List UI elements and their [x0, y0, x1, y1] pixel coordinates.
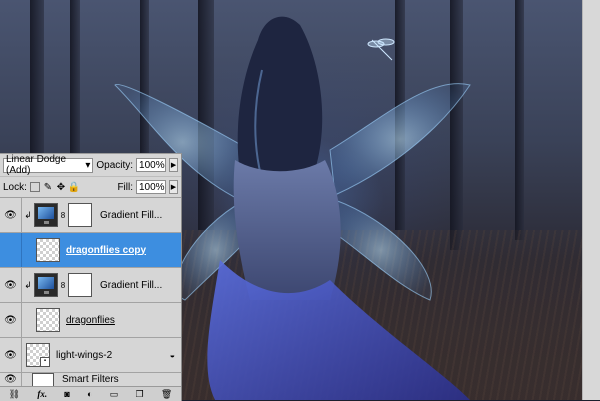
vertical-scrollbar[interactable]: [582, 0, 600, 400]
smart-object-thumbnail[interactable]: ▪: [26, 343, 50, 367]
wing-right-lower: [329, 199, 432, 301]
lock-label: Lock:: [3, 181, 27, 193]
layers-panel-toolbar: ⛓ fx. ◙ ◐ ▭ ❐ 🗑: [0, 386, 181, 401]
brush-lock-icon[interactable]: ✎: [43, 182, 53, 193]
fill-slider-arrow-icon[interactable]: ▶: [169, 180, 178, 194]
clip-arrow-icon: ↲: [24, 279, 32, 290]
layer-name[interactable]: Gradient Fill...: [100, 280, 162, 291]
chevron-down-icon: ▾: [85, 159, 91, 171]
fill-label: Fill:: [117, 181, 133, 193]
layer-mask-thumbnail[interactable]: [68, 203, 92, 227]
opacity-label: Opacity:: [96, 159, 134, 171]
eye-icon[interactable]: 👁: [0, 303, 22, 337]
blend-mode-value: Linear Dodge (Add): [6, 154, 67, 176]
new-group-icon[interactable]: ▭: [110, 389, 119, 400]
smart-object-badge-icon: ▪: [40, 357, 50, 367]
eye-icon[interactable]: [0, 233, 22, 267]
eye-icon[interactable]: 👁: [0, 373, 22, 386]
eye-icon[interactable]: 👁: [0, 198, 22, 232]
eye-icon[interactable]: 👁: [0, 338, 22, 372]
fx-icon[interactable]: fx.: [37, 389, 47, 399]
dragonfly: [367, 38, 395, 61]
blend-mode-dropdown[interactable]: Linear Dodge (Add) ▾: [3, 154, 94, 176]
eye-icon[interactable]: 👁: [0, 268, 22, 302]
add-mask-icon[interactable]: ◙: [64, 389, 69, 399]
layer-row[interactable]: 👁 ▪ light-wings-2 ◒: [0, 338, 181, 373]
chain-icon[interactable]: 8: [58, 211, 68, 220]
layer-name[interactable]: dragonflies copy: [66, 245, 146, 256]
trash-icon[interactable]: 🗑: [161, 389, 172, 400]
layer-row[interactable]: 👁 ↲ 8 Gradient Fill...: [0, 198, 181, 233]
chain-icon[interactable]: 8: [58, 281, 68, 290]
smart-filter-indicator-icon[interactable]: ◒: [170, 350, 175, 360]
layer-thumbnail[interactable]: [36, 238, 60, 262]
opacity-input[interactable]: 100%: [136, 158, 167, 172]
new-layer-icon[interactable]: ❐: [136, 389, 144, 400]
layer-row[interactable]: dragonflies copy: [0, 233, 181, 268]
link-layers-icon[interactable]: ⛓: [9, 389, 20, 400]
layer-thumbnail[interactable]: [36, 308, 60, 332]
layer-row[interactable]: 👁 dragonflies: [0, 303, 181, 338]
layer-name[interactable]: dragonflies: [66, 315, 115, 326]
adjustment-layer-icon[interactable]: ◐: [87, 389, 92, 399]
layer-row[interactable]: 👁 ↲ 8 Gradient Fill...: [0, 268, 181, 303]
padlock-icon[interactable]: 🔒: [68, 182, 80, 193]
filter-mask-thumbnail[interactable]: [32, 372, 54, 387]
layers-panel: Linear Dodge (Add) ▾ Opacity: 100% ▶ Loc…: [0, 153, 182, 401]
layer-name[interactable]: light-wings-2: [56, 350, 112, 361]
layer-name[interactable]: Gradient Fill...: [100, 210, 162, 221]
fill-input[interactable]: 100%: [136, 180, 166, 194]
layer-mask-thumbnail[interactable]: [68, 273, 92, 297]
gradient-fill-thumbnail[interactable]: [34, 203, 58, 227]
clip-arrow-icon: ↲: [24, 209, 32, 220]
gradient-fill-thumbnail[interactable]: [34, 273, 58, 297]
smart-filters-row[interactable]: 👁 Smart Filters: [0, 372, 181, 387]
back: [233, 160, 341, 300]
blend-opacity-row: Linear Dodge (Add) ▾ Opacity: 100% ▶: [0, 154, 181, 177]
move-lock-icon[interactable]: ✥: [56, 182, 66, 193]
lock-fill-row: Lock: ✎ ✥ 🔒 Fill: 100% ▶: [0, 177, 181, 198]
opacity-slider-arrow-icon[interactable]: ▶: [169, 158, 178, 172]
checker-lock-icon[interactable]: [29, 182, 40, 192]
layer-name[interactable]: Smart Filters: [62, 374, 119, 385]
wing-right-upper: [329, 83, 471, 196]
